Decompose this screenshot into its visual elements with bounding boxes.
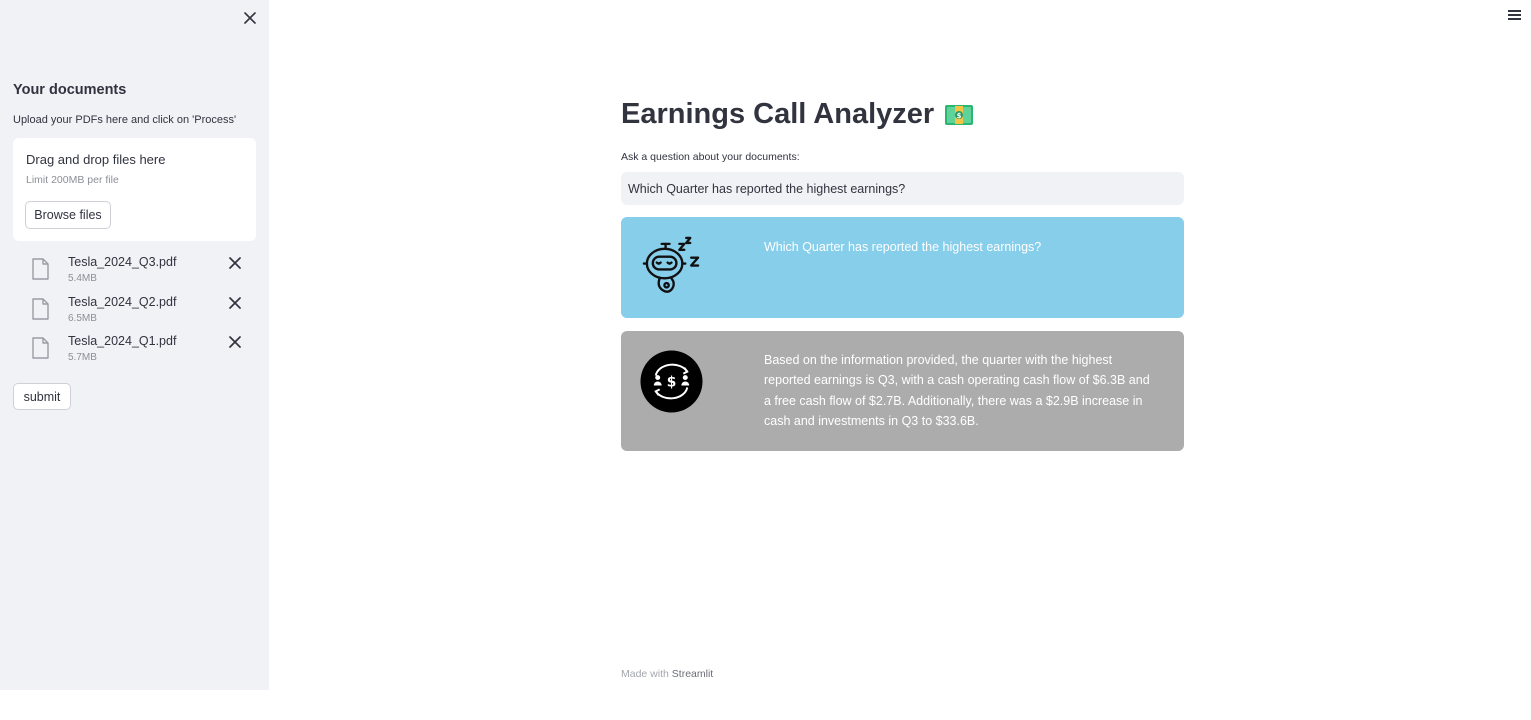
file-size: 6.5MB xyxy=(68,313,97,324)
file-size: 5.4MB xyxy=(68,273,97,284)
file-size: 5.7MB xyxy=(68,352,97,363)
main-menu-button[interactable] xyxy=(1508,10,1524,24)
close-sidebar-button[interactable] xyxy=(240,8,260,28)
uploaded-file-item: Tesla_2024_Q2.pdf 6.5MB xyxy=(13,293,256,329)
app-root: Your documents Upload your PDFs here and… xyxy=(0,0,1531,720)
assistant-message-text: Based on the information provided, the q… xyxy=(764,353,1150,428)
footer: Made with Streamlit xyxy=(621,668,713,680)
footer-prefix: Made with xyxy=(621,668,669,680)
file-icon xyxy=(32,337,49,359)
close-icon xyxy=(244,12,256,24)
user-message-text: Which Quarter has reported the highest e… xyxy=(764,240,1042,254)
uploaded-file-item: Tesla_2024_Q1.pdf 5.7MB xyxy=(13,332,256,368)
sidebar-title: Your documents xyxy=(13,82,127,98)
remove-file-icon[interactable] xyxy=(229,297,241,309)
dropzone-title: Drag and drop files here xyxy=(26,152,166,167)
remove-file-icon[interactable] xyxy=(229,257,241,269)
page-title: Earnings Call Analyzer $ xyxy=(621,98,974,131)
sidebar: Your documents Upload your PDFs here and… xyxy=(0,0,269,690)
browse-files-button[interactable]: Browse files xyxy=(25,201,111,229)
finance-avatar-icon: $ xyxy=(640,350,703,413)
robot-avatar-icon xyxy=(642,236,700,293)
dropzone-limit: Limit 200MB per file xyxy=(26,174,119,186)
svg-text:$: $ xyxy=(667,374,677,390)
hamburger-icon xyxy=(1508,10,1524,20)
uploaded-file-item: Tesla_2024_Q3.pdf 5.4MB xyxy=(13,253,256,289)
file-dropzone[interactable]: Drag and drop files here Limit 200MB per… xyxy=(13,138,256,241)
sidebar-subtitle: Upload your PDFs here and click on 'Proc… xyxy=(13,114,237,126)
file-name: Tesla_2024_Q2.pdf xyxy=(68,295,177,309)
streamlit-link[interactable]: Streamlit xyxy=(672,668,713,680)
file-icon xyxy=(32,258,49,280)
svg-text:$: $ xyxy=(957,112,962,120)
file-name: Tesla_2024_Q3.pdf xyxy=(68,255,177,269)
question-label: Ask a question about your documents: xyxy=(621,151,800,163)
file-name: Tesla_2024_Q1.pdf xyxy=(68,334,177,348)
submit-button[interactable]: submit xyxy=(13,383,71,410)
question-input[interactable] xyxy=(621,172,1184,205)
user-message: Which Quarter has reported the highest e… xyxy=(621,217,1184,318)
file-icon xyxy=(32,298,49,320)
money-icon: $ xyxy=(945,104,974,125)
remove-file-icon[interactable] xyxy=(229,336,241,348)
page-title-text: Earnings Call Analyzer xyxy=(621,98,935,130)
assistant-message: $ Based on the information provided, the… xyxy=(621,331,1184,451)
